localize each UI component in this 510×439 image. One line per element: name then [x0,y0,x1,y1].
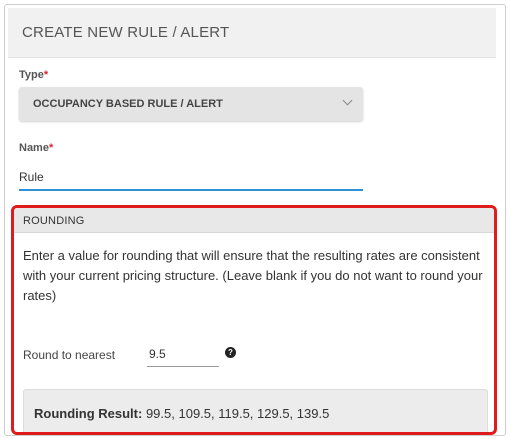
name-input[interactable] [19,165,363,191]
name-label-text: Name [19,142,49,154]
panel-header: CREATE NEW RULE / ALERT [8,8,496,58]
question-circle-icon[interactable]: ? [225,347,236,358]
rounding-result-label: Rounding Result: [34,406,143,421]
create-rule-panel: CREATE NEW RULE / ALERT Type* OCCUPANCY … [4,4,506,436]
type-select-value: OCCUPANCY BASED RULE / ALERT [33,98,223,110]
panel-title: CREATE NEW RULE / ALERT [22,24,230,41]
type-label: Type* [19,69,48,81]
rounding-result: Rounding Result: 99.5, 109.5, 119.5, 129… [34,406,329,421]
round-to-nearest-input[interactable] [147,341,219,367]
rounding-description: Enter a value for rounding that will ens… [23,248,483,303]
chevron-down-icon [342,95,353,106]
round-to-nearest-label: Round to nearest [23,348,116,362]
name-required-mark: * [48,142,54,154]
rounding-result-values: 99.5, 109.5, 119.5, 129.5, 139.5 [145,406,330,421]
rounding-title: ROUNDING [23,215,85,227]
type-required-mark: * [43,69,49,81]
type-label-text: Type [19,69,44,81]
rounding-header: ROUNDING [14,208,494,233]
rounding-result-box: Rounding Result: 99.5, 109.5, 119.5, 129… [23,389,488,432]
rounding-section: ROUNDING Enter a value for rounding that… [11,205,497,435]
type-select[interactable]: OCCUPANCY BASED RULE / ALERT [19,87,363,121]
name-label: Name* [19,142,53,154]
